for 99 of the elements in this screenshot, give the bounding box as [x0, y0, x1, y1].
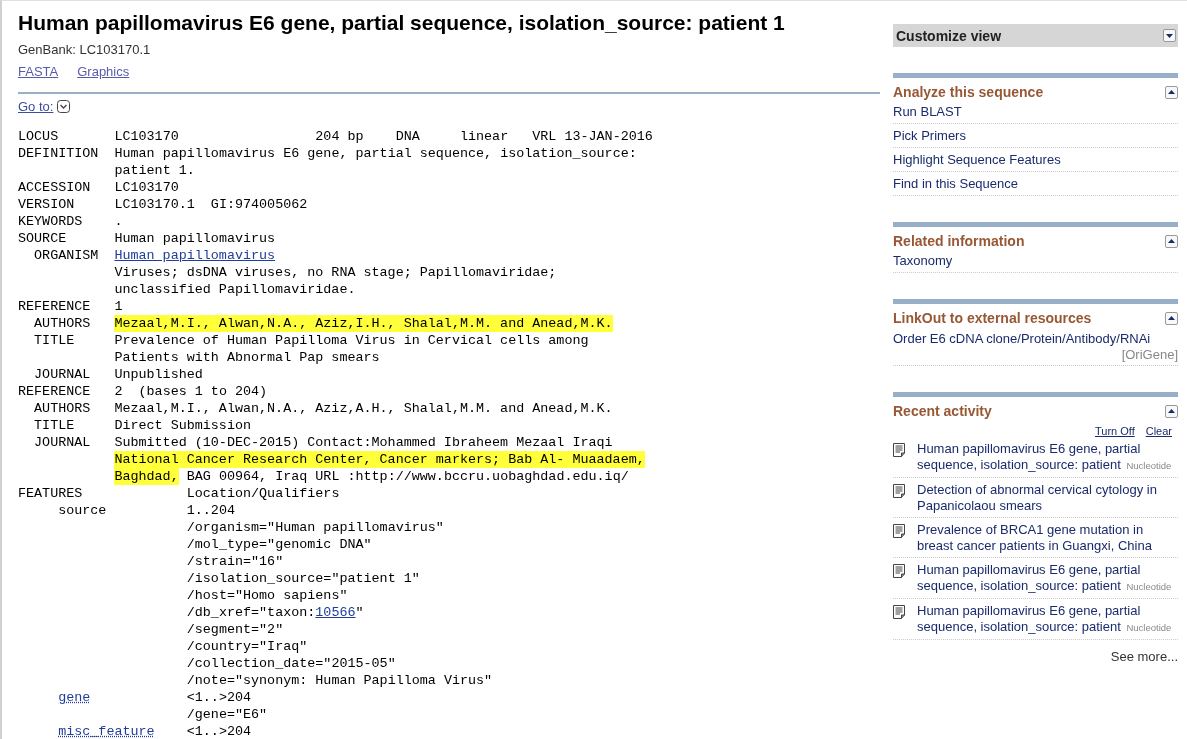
record-link[interactable]: 10566: [315, 604, 356, 621]
caret-up-icon: [1168, 239, 1175, 243]
record-value: unclassified Papillomaviridae.: [114, 281, 356, 298]
record-value: /organism="Human papillomavirus": [186, 519, 444, 536]
record-value: BAG 00964, Iraq URL :http://www.bccru.uobaghdad.edu.iq/: [185, 468, 629, 485]
record-value: LC103170.1 GI:974005062: [114, 196, 308, 213]
record-value: Mezaal,M.I., Alwan,N.A., Aziz,A.H., Shalal,M.M. and Anead,M.K.: [114, 400, 613, 417]
activity-item-link[interactable]: Prevalence of BRCA1 gene mutation in breast cancer patients in Guangxi, China: [917, 522, 1178, 554]
record-value: <1..>204: [186, 723, 252, 739]
highlighted-text: Mezaal,M.I., Alwan,N.A., Aziz,I.H., Shalal,M.M. and Anead,M.K.: [114, 315, 613, 332]
sidebar-link[interactable]: Taxonomy: [893, 249, 1178, 273]
document-icon: [893, 524, 905, 538]
caret-up-icon: [1168, 316, 1175, 320]
record-value: Patients with Abnormal Pap smears: [114, 349, 380, 366]
record-value: 2 (bases 1 to 204): [114, 383, 268, 400]
accession-text: GenBank: LC103170.1: [18, 42, 151, 57]
feature-key-link[interactable]: gene: [58, 690, 91, 705]
record-label: AUTHORS: [34, 401, 91, 416]
collapse-toggle[interactable]: [1165, 234, 1178, 248]
record-label: ACCESSION: [18, 180, 91, 195]
goto-link[interactable]: Go to:: [18, 99, 54, 114]
record-value: /segment="2": [186, 621, 284, 638]
record-label: FEATURES: [18, 486, 83, 501]
record-value: LC103170: [114, 179, 179, 196]
record-label: REFERENCE: [18, 299, 91, 314]
document-icon: [893, 443, 905, 457]
record-value: Human papillomavirus E6 gene, partial sequence, isolation_source:: [114, 145, 637, 162]
record-label: JOURNAL: [34, 435, 91, 450]
record-value: ": [355, 604, 364, 621]
record-value: Direct Submission: [114, 417, 251, 434]
format-link[interactable]: Graphics: [77, 64, 130, 79]
record-value: Viruses; dsDNA viruses, no RNA stage; Papillomaviridae;: [114, 264, 557, 281]
activity-item-link[interactable]: Human papillomavirus E6 gene, partial sequence, isolation_source: patient Nucleotide: [917, 441, 1178, 474]
sidebar-link[interactable]: Pick Primers: [893, 124, 1178, 148]
see-more-link[interactable]: See more...: [1110, 649, 1178, 664]
sidebar-link[interactable]: Highlight Sequence Features: [893, 148, 1178, 172]
record-label: DEFINITION: [18, 146, 99, 161]
document-icon: [893, 564, 905, 578]
record-value: Unpublished: [114, 366, 203, 383]
record-value: Prevalence of Human Papilloma Virus in Cervical cells among: [114, 332, 589, 349]
record-label: LOCUS: [18, 129, 59, 144]
record-value: /host="Homo sapiens": [186, 587, 348, 604]
activity-item-link[interactable]: Detection of abnormal cervical cytology in Papanicolaou smears: [917, 482, 1178, 514]
document-icon: [893, 605, 905, 619]
caret-up-icon: [1168, 409, 1175, 413]
record-value: /db_xref="taxon:: [186, 604, 316, 621]
panel-title: Analyze this sequence: [893, 84, 1044, 100]
activity-item-link[interactable]: Human papillomavirus E6 gene, partial sequence, isolation_source: patient Nucleotide: [917, 603, 1178, 636]
record-value: .: [114, 213, 123, 230]
record-label: VERSION: [18, 197, 75, 212]
record-value: /country="Iraq": [186, 638, 308, 655]
record-value: <1..>204: [186, 689, 252, 706]
document-icon: [893, 484, 905, 498]
record-value: 1..204: [186, 502, 235, 519]
panel-title: Related information: [893, 233, 1025, 249]
chevron-down-icon[interactable]: [57, 100, 71, 113]
record-value: /collection_date="2015-05": [186, 655, 396, 672]
record-label: TITLE: [34, 418, 75, 433]
record-value: patient 1.: [114, 162, 195, 179]
caret-up-icon: [1168, 90, 1175, 94]
linkout-link[interactable]: Order E6 cDNA clone/Protein/Antibody/RNAi: [893, 331, 1151, 346]
panel-title: LinkOut to external resources: [893, 310, 1092, 326]
record-value: /mol_type="genomic DNA": [186, 536, 372, 553]
record-label: KEYWORDS: [18, 214, 83, 229]
record-link[interactable]: Human papillomavirus: [114, 247, 276, 264]
expand-toggle[interactable]: [1163, 29, 1176, 42]
activity-item-link[interactable]: Human papillomavirus E6 gene, partial sequence, isolation_source: patient Nucleotide: [917, 562, 1178, 595]
sidebar-link[interactable]: Find in this Sequence: [893, 172, 1178, 196]
record-value: Submitted (10-DEC-2015) Contact:Mohammed Ibraheem Mezaal Iraqi: [114, 434, 613, 451]
format-link[interactable]: FASTA: [18, 64, 59, 79]
provider-label: [OriGene]: [1120, 347, 1178, 362]
record-value: /strain="16": [186, 553, 284, 570]
record-label: AUTHORS: [34, 316, 91, 331]
activity-control-link[interactable]: Clear: [1145, 425, 1172, 437]
sidebar-link[interactable]: Run BLAST: [893, 100, 1178, 124]
caret-down-icon: [1166, 33, 1173, 38]
column-heading: Location/Qualifiers: [186, 485, 340, 502]
collapse-toggle[interactable]: [1165, 85, 1178, 99]
record-value: LC103170 204 bp DNA linear VRL 13-JAN-2016: [114, 128, 653, 145]
record-label: TITLE: [34, 333, 75, 348]
highlighted-text: Baghdad,: [114, 468, 179, 485]
page-title: Human papillomavirus E6 gene, partial sequence, isolation_source: patient 1: [18, 11, 786, 35]
record-label: REFERENCE: [18, 384, 91, 399]
record-label: JOURNAL: [34, 367, 91, 382]
record-value: /note="synonym: Human Papilloma Virus": [186, 672, 493, 689]
highlighted-text: National Cancer Research Center, Cancer markers; Bab Al- Muaadaem,: [114, 451, 645, 468]
feature-key-link[interactable]: misc_feature: [58, 724, 155, 739]
record-value: Human papillomavirus: [114, 230, 276, 247]
collapse-toggle[interactable]: [1165, 311, 1178, 325]
record-label: SOURCE: [18, 231, 67, 246]
customize-view-bar[interactable]: Customize view: [893, 24, 1178, 47]
record-value: 1: [114, 298, 123, 315]
panel-title: Recent activity: [893, 403, 992, 419]
feature-key: source: [58, 503, 107, 518]
record-value: /isolation_source="patient 1": [186, 570, 420, 587]
activity-control-link[interactable]: Turn Off: [1094, 425, 1135, 437]
collapse-toggle[interactable]: [1165, 404, 1178, 418]
record-value: /gene="E6": [186, 706, 268, 723]
record-label: ORGANISM: [34, 248, 99, 263]
